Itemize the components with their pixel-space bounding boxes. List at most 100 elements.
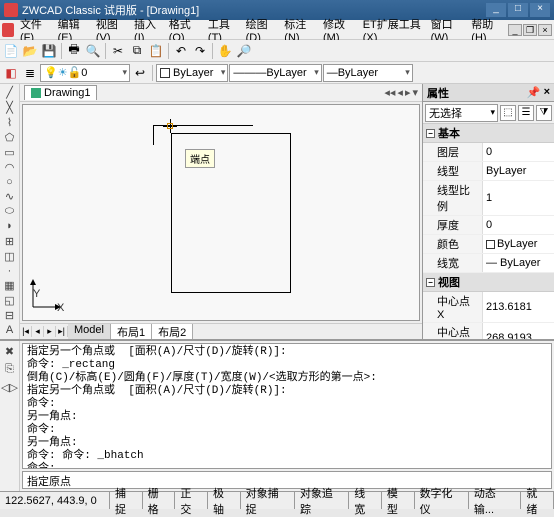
layout-next[interactable]: ▸ <box>44 326 56 337</box>
properties-panel: 属性 📌 × 无选择 ⬚ ☰ ⧩ −基本图层0线型ByLayer线型比例1厚度0… <box>422 84 554 339</box>
line-tool[interactable]: ╱ <box>2 86 18 100</box>
color-combo[interactable]: ByLayer <box>156 64 228 82</box>
status-toggle[interactable]: 极轴 <box>208 492 241 509</box>
pline-tool[interactable]: ⌇ <box>2 116 18 130</box>
arc-tool[interactable]: ◠ <box>2 160 18 174</box>
prop-row[interactable]: 中心点 X213.6181 <box>423 292 554 323</box>
maximize-button[interactable]: □ <box>508 3 528 17</box>
drawing-tab[interactable]: Drawing1 <box>24 85 97 100</box>
rectangle-tool[interactable]: ▭ <box>2 145 18 159</box>
new-icon[interactable]: 📄 <box>2 42 20 60</box>
block-tool[interactable]: ◫ <box>2 249 18 263</box>
mdi-minimize[interactable]: _ <box>508 24 522 36</box>
hatch-tool[interactable]: ▦ <box>2 279 18 293</box>
spline-tool[interactable]: ∿ <box>2 190 18 204</box>
xline-tool[interactable]: ╳ <box>2 101 18 115</box>
mdi-restore[interactable]: ❐ <box>523 24 537 36</box>
zoom-icon[interactable]: 🔎 <box>235 42 253 60</box>
command-area: ✖ ⎘ ◁▷ 指定另一个角点或 [面积(A)/尺寸(D)/旋转(R)]: 命令:… <box>0 339 554 491</box>
preview-icon[interactable]: 🔍 <box>84 42 102 60</box>
circle-tool[interactable]: ○ <box>2 175 18 189</box>
lineweight-combo[interactable]: — ByLayer <box>323 64 413 82</box>
undo-icon[interactable]: ↶ <box>172 42 190 60</box>
tab-first-icon[interactable]: ◂◂ <box>384 86 395 99</box>
status-toggle[interactable]: 对象追踪 <box>295 492 349 509</box>
mdi-close[interactable]: × <box>538 24 552 36</box>
property-grid[interactable]: −基本图层0线型ByLayer线型比例1厚度0颜色ByLayer线宽— ByLa… <box>423 124 554 339</box>
save-icon[interactable]: 💾 <box>40 42 58 60</box>
status-toggle[interactable]: 数字化仪 <box>415 492 469 509</box>
pickadd-icon[interactable]: ⧩ <box>536 105 552 121</box>
ellipse-tool[interactable]: ⬭ <box>2 205 18 219</box>
panel-pin-icon[interactable]: 📌 <box>527 86 541 99</box>
select-objects-icon[interactable]: ☰ <box>518 105 534 121</box>
prop-row[interactable]: 线型比例1 <box>423 181 554 216</box>
redo-icon[interactable]: ↷ <box>191 42 209 60</box>
layout-prev[interactable]: ◂ <box>32 326 44 337</box>
mirror-tool[interactable]: ◁▷ <box>2 379 18 395</box>
pan-icon[interactable]: ✋ <box>216 42 234 60</box>
prop-row[interactable]: 线宽— ByLayer <box>423 254 554 273</box>
prop-row[interactable]: 线型ByLayer <box>423 162 554 181</box>
close-button[interactable]: × <box>530 3 550 17</box>
prop-group[interactable]: −基本 <box>423 124 554 143</box>
status-toggle[interactable]: 捕捉 <box>110 492 143 509</box>
point-tool[interactable]: · <box>2 264 18 278</box>
erase-tool[interactable]: ✖ <box>2 343 18 359</box>
cut-icon[interactable]: ✂ <box>109 42 127 60</box>
command-history[interactable]: 指定另一个角点或 [面积(A)/尺寸(D)/旋转(R)]: 命令: _recta… <box>22 343 552 469</box>
layer-prev-icon[interactable]: ↩ <box>131 64 149 82</box>
copy-tool[interactable]: ⎘ <box>2 361 18 377</box>
layer-name: 0 <box>81 67 87 79</box>
menu-bar: 文件(F)编辑(E)视图(V)插入(I)格式(O)工具(T)绘图(D)标注(N)… <box>0 20 554 40</box>
layer-states-icon[interactable]: ≣ <box>21 64 39 82</box>
layer-combo[interactable]: 💡☀🔓 0 <box>40 64 130 82</box>
tab-prev-icon[interactable]: ◂ <box>397 86 403 99</box>
prop-row[interactable]: 图层0 <box>423 143 554 162</box>
status-toggle[interactable]: 线宽 <box>349 492 382 509</box>
paste-icon[interactable]: 📋 <box>147 42 165 60</box>
polygon-tool[interactable]: ⬠ <box>2 130 18 144</box>
status-toggle[interactable]: 对象捕捉 <box>241 492 295 509</box>
quick-select-icon[interactable]: ⬚ <box>500 105 516 121</box>
layout-last[interactable]: ▸| <box>56 326 68 337</box>
osnap-tooltip: 端点 <box>185 149 215 168</box>
text-tool[interactable]: A <box>2 323 18 337</box>
status-toggle[interactable]: 动态输... <box>469 492 522 509</box>
region-tool[interactable]: ◱ <box>2 294 18 308</box>
coordinates[interactable]: 122.5627, 443.9, 0 <box>0 492 110 509</box>
drawing-tabs: Drawing1 ◂◂ ◂ ▸ ▾ <box>20 84 422 102</box>
draw-toolbar: ╱ ╳ ⌇ ⬠ ▭ ◠ ○ ∿ ⬭ ◗ ⊞ ◫ · ▦ ◱ ⊟ A <box>0 84 20 339</box>
layer-manager-icon[interactable]: ◧ <box>2 64 20 82</box>
status-toggle[interactable]: 正交 <box>175 492 208 509</box>
layout-first[interactable]: |◂ <box>20 326 32 337</box>
layout-tab[interactable]: 布局2 <box>152 324 193 340</box>
status-toggle[interactable]: 模型 <box>382 492 415 509</box>
print-icon[interactable]: 🖶 <box>65 42 83 60</box>
ellipse-arc-tool[interactable]: ◗ <box>2 219 18 233</box>
status-bar: 122.5627, 443.9, 0 捕捉栅格正交极轴对象捕捉对象追踪线宽模型数… <box>0 491 554 509</box>
panel-close-icon[interactable]: × <box>544 86 550 99</box>
selection-combo[interactable]: 无选择 <box>425 104 498 122</box>
status-toggle[interactable]: 就绪 <box>521 492 554 509</box>
layer-toolbar: ◧ ≣ 💡☀🔓 0 ↩ ByLayer ——— ByLayer — ByLaye… <box>0 62 554 84</box>
tab-menu-icon[interactable]: ▾ <box>412 86 418 99</box>
insert-tool[interactable]: ⊞ <box>2 234 18 248</box>
prop-row[interactable]: 厚度0 <box>423 216 554 235</box>
modify-toolbar: ✖ ⎘ ◁▷ <box>0 341 20 491</box>
table-tool[interactable]: ⊟ <box>2 308 18 322</box>
linetype-combo[interactable]: ——— ByLayer <box>229 64 321 82</box>
status-toggle[interactable]: 栅格 <box>143 492 176 509</box>
open-icon[interactable]: 📂 <box>21 42 39 60</box>
copy-icon[interactable]: ⧉ <box>128 42 146 60</box>
prop-row[interactable]: 颜色ByLayer <box>423 235 554 254</box>
tab-next-icon[interactable]: ▸ <box>405 86 411 99</box>
viewport[interactable]: 端点 YX <box>22 104 420 321</box>
mdi-controls: _ ❐ × <box>508 24 552 36</box>
prop-row[interactable]: 中心点 Y268.9193 <box>423 323 554 339</box>
prop-group[interactable]: −视图 <box>423 273 554 292</box>
layout-tab[interactable]: Model <box>68 324 111 340</box>
layout-tab[interactable]: 布局1 <box>111 324 152 340</box>
app-menu-icon[interactable] <box>2 23 14 37</box>
ucs-icon: YX <box>29 277 63 314</box>
